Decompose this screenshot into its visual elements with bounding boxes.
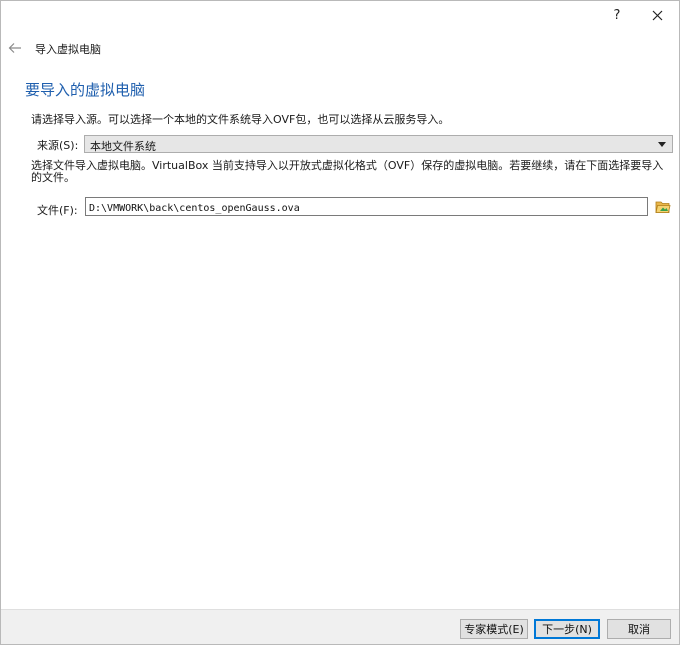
- source-selected-value: 本地文件系统: [90, 140, 156, 153]
- next-button[interactable]: 下一步(N): [534, 619, 600, 639]
- close-button[interactable]: [635, 1, 679, 29]
- help-button[interactable]: ?: [595, 1, 639, 29]
- expert-mode-button[interactable]: 专家模式(E): [460, 619, 528, 639]
- source-label: 来源(S):: [37, 139, 79, 152]
- button-bar: 专家模式(E) 下一步(N) 取消: [1, 609, 679, 644]
- page-heading: 要导入的虚拟电脑: [25, 81, 146, 99]
- source-select[interactable]: 本地文件系统: [84, 135, 673, 153]
- browse-folder-button[interactable]: [655, 199, 671, 214]
- close-icon: [652, 10, 662, 20]
- title-bar: ?: [1, 1, 679, 31]
- file-path-input[interactable]: [85, 197, 648, 216]
- back-arrow-icon: [8, 43, 21, 53]
- intro-text: 请选择导入源。可以选择一个本地的文件系统导入OVF包，也可以选择从云服务导入。: [31, 113, 450, 126]
- back-button[interactable]: [8, 42, 22, 54]
- wizard-title: 导入虚拟电脑: [35, 43, 101, 56]
- description-text: 选择文件导入虚拟电脑。VirtualBox 当前支持导入以开放式虚拟化格式（OV…: [31, 159, 664, 184]
- import-appliance-window: ? 导入虚拟电脑 要导入的虚拟电脑 请选择导入源。可以选择一个本地的文件系统导入…: [0, 0, 680, 645]
- folder-open-icon: [655, 201, 671, 213]
- chevron-down-icon: [658, 142, 666, 147]
- wizard-nav: 导入虚拟电脑: [1, 37, 679, 59]
- file-label: 文件(F):: [37, 204, 78, 217]
- cancel-button[interactable]: 取消: [607, 619, 671, 639]
